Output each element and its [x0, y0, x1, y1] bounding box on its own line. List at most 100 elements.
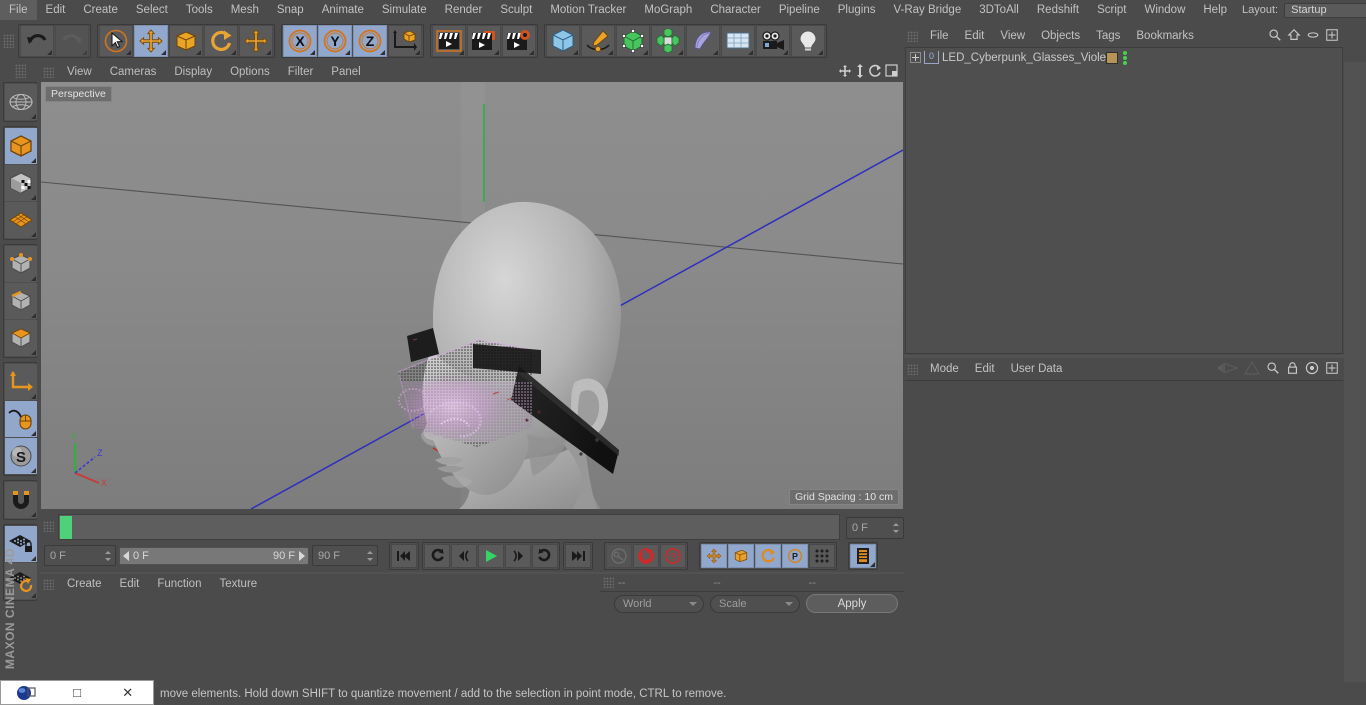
search-icon[interactable]: [1268, 28, 1282, 45]
menu-item-tools[interactable]: Tools: [177, 0, 222, 20]
live-selection-button[interactable]: [99, 25, 133, 57]
object-axis-mode-button[interactable]: [5, 364, 37, 400]
plus-box-icon[interactable]: [1325, 28, 1339, 45]
material-gripper[interactable]: [43, 578, 54, 590]
objects-menu-objects[interactable]: Objects: [1033, 25, 1088, 47]
move-duplicate-button[interactable]: [239, 25, 273, 57]
padlock-icon[interactable]: [1286, 361, 1299, 378]
point-level-animation-button[interactable]: [809, 543, 835, 568]
material-tag-icon[interactable]: [1106, 51, 1118, 64]
scale-key-button[interactable]: [728, 543, 754, 568]
menu-item-plugins[interactable]: Plugins: [829, 0, 885, 20]
stepper-icon[interactable]: [105, 550, 112, 561]
menu-item-render[interactable]: Render: [436, 0, 492, 20]
stepper-icon[interactable]: [893, 523, 900, 533]
move-tool-button[interactable]: [134, 25, 168, 57]
record-active-objects-button[interactable]: [633, 543, 659, 568]
soft-selection-button[interactable]: S: [5, 438, 37, 474]
viewport-menu-view[interactable]: View: [58, 62, 101, 82]
polygons-mode-button[interactable]: [5, 320, 37, 356]
close-icon[interactable]: ✕: [102, 681, 153, 704]
coordinates-gripper[interactable]: [603, 577, 614, 588]
objects-menu-bookmarks[interactable]: Bookmarks: [1128, 25, 1202, 47]
ellipse-icon[interactable]: [1306, 28, 1320, 45]
menu-item-sculpt[interactable]: Sculpt: [491, 0, 541, 20]
pan-camera-icon[interactable]: [855, 63, 865, 81]
range-left-handle-icon[interactable]: [123, 550, 129, 561]
menu-item-mesh[interactable]: Mesh: [222, 0, 268, 20]
coordinate-system-dropdown[interactable]: World: [614, 594, 704, 613]
snap-magnet-button[interactable]: [5, 482, 37, 518]
visibility-dots-icon[interactable]: [1123, 50, 1127, 65]
menu-item-animate[interactable]: Animate: [313, 0, 373, 20]
layout-dropdown[interactable]: Startup: [1284, 2, 1366, 18]
apply-button[interactable]: Apply: [806, 594, 898, 613]
viewport-menu-panel[interactable]: Panel: [322, 62, 369, 82]
timeline-gripper[interactable]: [43, 521, 54, 532]
menu-item-mograph[interactable]: MoGraph: [635, 0, 701, 20]
scale-tool-button[interactable]: [169, 25, 203, 57]
go-to-end-button[interactable]: [565, 543, 591, 568]
minimize-icon[interactable]: □: [52, 681, 103, 704]
menu-item-v-ray-bridge[interactable]: V-Ray Bridge: [884, 0, 970, 20]
add-spline-button[interactable]: [581, 25, 615, 57]
world-object-coordinate-button[interactable]: [388, 25, 422, 57]
search-icon[interactable]: [1266, 361, 1280, 378]
menu-item-script[interactable]: Script: [1088, 0, 1135, 20]
viewport-menu-options[interactable]: Options: [221, 62, 279, 82]
enable-axis-button[interactable]: [5, 401, 37, 437]
frame-mode-button[interactable]: [850, 543, 876, 568]
add-light-button[interactable]: [791, 25, 825, 57]
viewport-gripper[interactable]: [43, 66, 54, 78]
go-to-start-button[interactable]: [391, 543, 417, 568]
menu-item-edit[interactable]: Edit: [37, 0, 75, 20]
play-button[interactable]: [478, 543, 504, 568]
lock-open-icon[interactable]: [1216, 361, 1239, 378]
home-icon[interactable]: [1287, 28, 1301, 45]
key-selection-button[interactable]: ?: [660, 543, 686, 568]
add-array-button[interactable]: [651, 25, 685, 57]
objects-menu-tags[interactable]: Tags: [1088, 25, 1128, 47]
menu-item-help[interactable]: Help: [1194, 0, 1236, 20]
model-mode-button[interactable]: [5, 128, 37, 164]
app-icon[interactable]: [1, 681, 52, 704]
add-bend-deformer-button[interactable]: [686, 25, 720, 57]
viewport-menu-cameras[interactable]: Cameras: [101, 62, 166, 82]
objects-tree[interactable]: 0 LED_Cyberpunk_Glasses_Violet: [905, 47, 1343, 354]
material-menu-edit[interactable]: Edit: [111, 574, 149, 594]
z-axis-lock-button[interactable]: Z: [353, 25, 387, 57]
step-back-button[interactable]: [451, 543, 477, 568]
add-nurbs-button[interactable]: [616, 25, 650, 57]
previous-key-button[interactable]: [424, 543, 450, 568]
move-camera-icon[interactable]: [838, 64, 852, 81]
rotate-tool-button[interactable]: [204, 25, 238, 57]
step-forward-button[interactable]: [505, 543, 531, 568]
viewport-menu-filter[interactable]: Filter: [279, 62, 323, 82]
expand-icon[interactable]: [910, 52, 921, 63]
texture-mode-button[interactable]: [5, 165, 37, 201]
objects-menu-view[interactable]: View: [992, 25, 1033, 47]
range-right-handle-icon[interactable]: [299, 550, 305, 561]
viewport-3d[interactable]: Perspective Grid Spacing : 10 cm Y X Z: [41, 82, 903, 509]
menu-item-3dtoall[interactable]: 3DToAll: [970, 0, 1028, 20]
undo-view-button[interactable]: [5, 84, 37, 120]
plus-box-icon[interactable]: [1325, 361, 1339, 378]
render-settings-button[interactable]: [502, 25, 536, 57]
x-axis-lock-button[interactable]: X: [283, 25, 317, 57]
object-row[interactable]: 0 LED_Cyberpunk_Glasses_Violet: [906, 48, 1342, 67]
render-view-button[interactable]: [432, 25, 466, 57]
add-environment-button[interactable]: [721, 25, 755, 57]
left-toolbar-gripper[interactable]: [14, 64, 26, 78]
add-cube-button[interactable]: [546, 25, 580, 57]
add-camera-button[interactable]: [756, 25, 790, 57]
parameter-key-button[interactable]: P: [782, 543, 808, 568]
menu-item-window[interactable]: Window: [1135, 0, 1194, 20]
timeline-end-field[interactable]: 90 F: [312, 545, 378, 566]
render-to-picture-viewer-button[interactable]: [467, 25, 501, 57]
menu-item-character[interactable]: Character: [701, 0, 770, 20]
material-menu-texture[interactable]: Texture: [210, 574, 266, 594]
menu-item-create[interactable]: Create: [74, 0, 127, 20]
timeline-range-slider[interactable]: 0 F 90 F: [119, 546, 309, 565]
target-icon[interactable]: [1305, 361, 1319, 378]
object-name[interactable]: LED_Cyberpunk_Glasses_Violet: [942, 52, 1109, 64]
